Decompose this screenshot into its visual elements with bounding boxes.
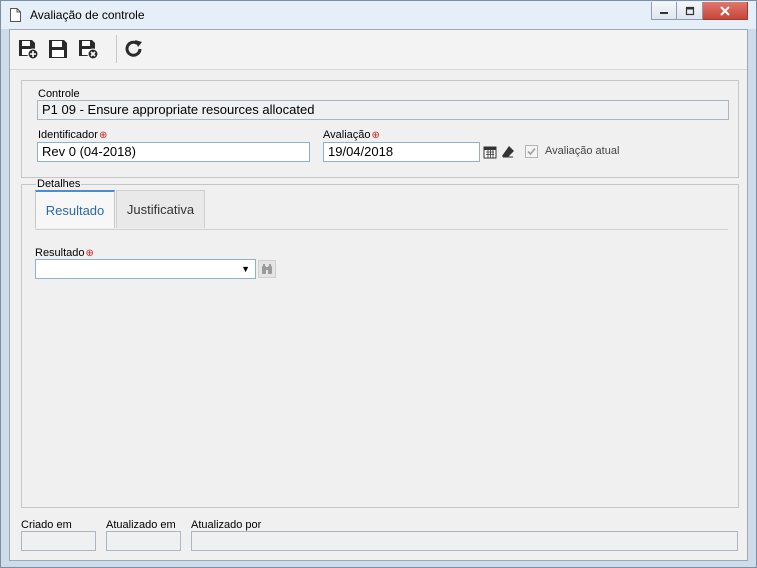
save-icon xyxy=(49,40,67,58)
search-resultado-button[interactable] xyxy=(258,260,276,278)
binoculars-icon xyxy=(262,264,272,274)
details-group-label: Detalhes xyxy=(36,178,82,190)
resultado-label: Resultado⊕ xyxy=(35,247,94,259)
save-new-button[interactable] xyxy=(16,37,40,61)
document-icon xyxy=(10,8,21,22)
maximize-button[interactable] xyxy=(677,2,703,20)
toolbar-separator xyxy=(116,35,117,63)
window-controls xyxy=(651,2,748,20)
controle-label: Controle xyxy=(38,88,80,100)
atualizado-por-label: Atualizado por xyxy=(191,519,262,531)
resultado-select[interactable]: ▼ xyxy=(35,259,256,279)
toolbar xyxy=(10,30,747,70)
identificador-label-text: Identificador xyxy=(38,129,98,141)
main-content: Controle P1 09 - Ensure appropriate reso… xyxy=(9,29,748,561)
close-icon xyxy=(720,5,730,16)
checkbox-checked-icon xyxy=(524,144,538,158)
refresh-button[interactable] xyxy=(122,37,146,61)
avaliacao-atual-label: Avaliação atual xyxy=(545,145,620,157)
atualizado-em-field xyxy=(106,531,181,551)
title-bar[interactable]: Avaliação de controle xyxy=(1,1,756,29)
app-window: Avaliação de controle Controle P1 09 - E… xyxy=(0,0,757,568)
resultado-label-text: Resultado xyxy=(35,247,85,259)
save-new-icon xyxy=(19,40,39,60)
atualizado-em-label: Atualizado em xyxy=(106,519,176,531)
save-close-button[interactable] xyxy=(76,37,100,61)
minimize-icon xyxy=(660,11,668,14)
tab-resultado[interactable]: Resultado xyxy=(35,190,115,228)
refresh-icon xyxy=(125,40,142,57)
calendar-icon xyxy=(483,146,497,159)
criado-em-field xyxy=(21,531,96,551)
clear-date-button[interactable] xyxy=(499,143,517,161)
identificador-field[interactable]: Rev 0 (04-2018) xyxy=(37,142,310,162)
header-group: Controle P1 09 - Ensure appropriate reso… xyxy=(21,80,739,178)
avaliacao-atual-checkbox[interactable] xyxy=(522,142,540,160)
required-icon: ⊕ xyxy=(98,130,108,141)
required-icon: ⊕ xyxy=(371,130,380,141)
details-group: Detalhes Resultado Justificativa Resulta… xyxy=(21,178,739,508)
minimize-button[interactable] xyxy=(651,2,677,20)
window-title: Avaliação de controle xyxy=(30,8,145,22)
calendar-button[interactable] xyxy=(481,143,499,161)
save-close-icon xyxy=(79,40,99,60)
required-icon: ⊕ xyxy=(85,248,94,259)
eraser-icon xyxy=(502,146,514,158)
controle-field[interactable]: P1 09 - Ensure appropriate resources all… xyxy=(37,100,729,120)
avaliacao-label-text: Avaliação xyxy=(323,129,371,141)
avaliacao-date-field[interactable]: 19/04/2018 xyxy=(323,142,480,162)
criado-em-label: Criado em xyxy=(21,519,72,531)
tab-divider xyxy=(35,229,728,230)
avaliacao-label: Avaliação⊕ xyxy=(323,129,380,141)
atualizado-por-field xyxy=(191,531,738,551)
close-button[interactable] xyxy=(703,2,748,20)
identificador-label: Identificador⊕ xyxy=(38,129,107,141)
tab-justificativa[interactable]: Justificativa xyxy=(116,190,205,228)
dropdown-arrow-icon: ▼ xyxy=(241,264,250,274)
restore-icon xyxy=(685,6,694,15)
save-button[interactable] xyxy=(46,37,70,61)
